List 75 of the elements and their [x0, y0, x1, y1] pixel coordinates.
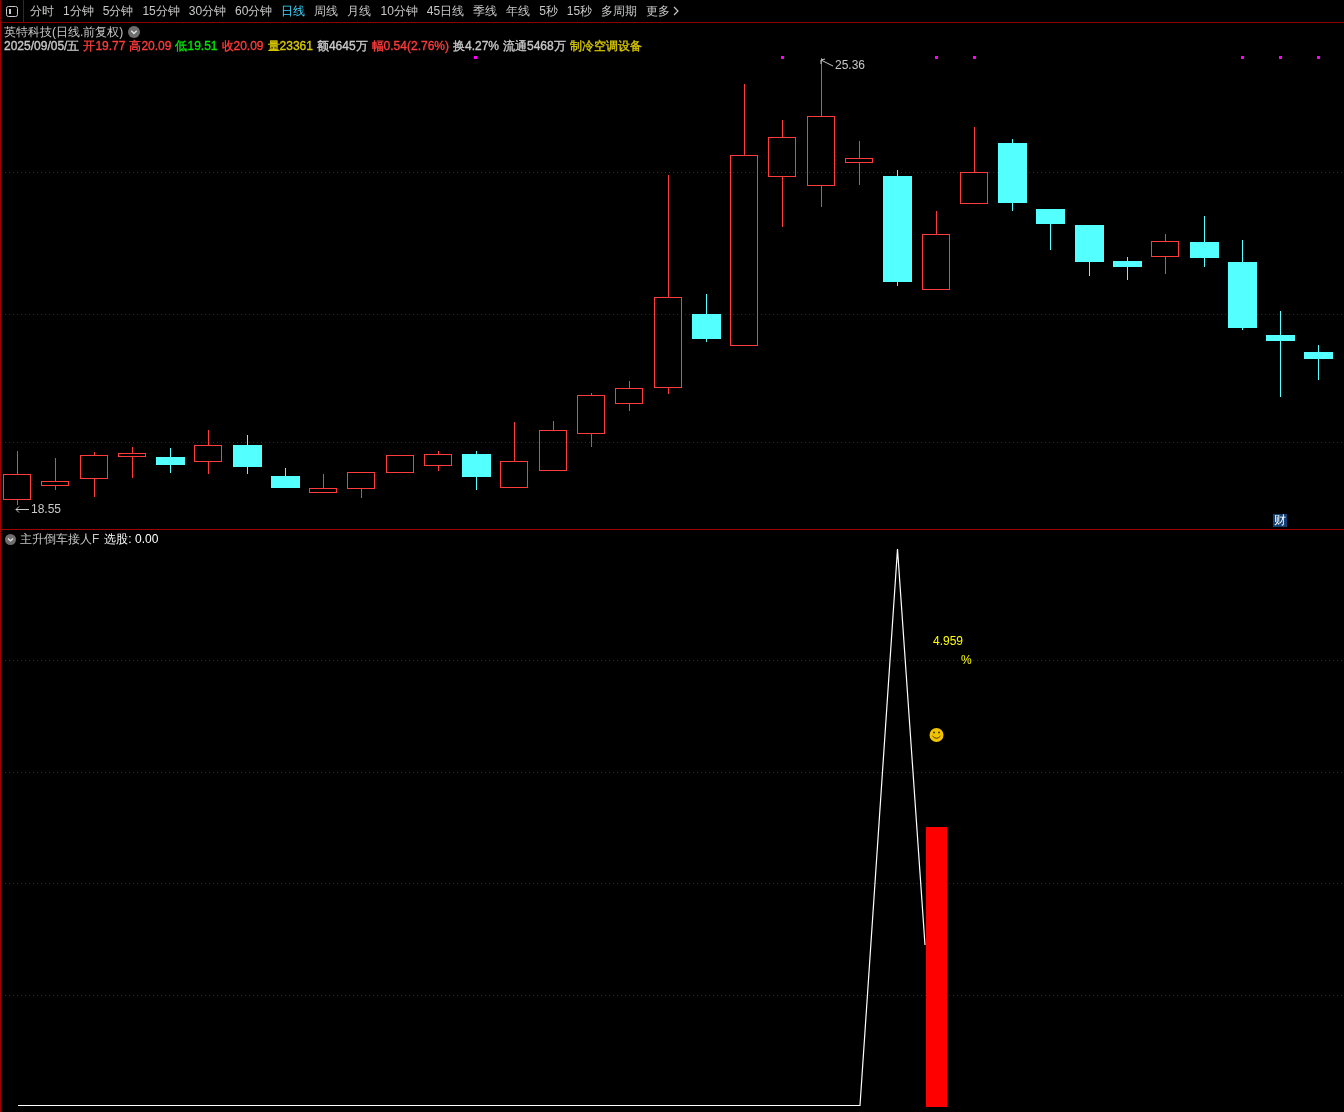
- candle: [386, 455, 414, 473]
- quote-field: 量23361: [267, 39, 313, 53]
- period-tab[interactable]: 30分钟: [185, 1, 230, 21]
- indicator-title: 主升倒车接人F: [20, 532, 100, 546]
- candle: [194, 429, 222, 475]
- period-tab[interactable]: 15分钟: [139, 1, 183, 21]
- quote-field: 高20.09: [129, 39, 172, 53]
- candle: [577, 392, 605, 448]
- candle: [1036, 208, 1065, 251]
- period-tab[interactable]: 5秒: [536, 1, 561, 21]
- leader-arrow: [15, 506, 30, 513]
- quote-field: 幅0.54(2.76%): [371, 39, 449, 53]
- candle: [233, 434, 262, 475]
- candle: [3, 450, 31, 506]
- indicator-readout: 选股: 0.00: [104, 532, 159, 546]
- unit-label: %: [961, 653, 972, 667]
- period-tab[interactable]: 多周期: [598, 1, 641, 21]
- leader-arrow: [820, 58, 834, 67]
- quote-field: 2025/09/05/五: [4, 39, 80, 53]
- quote-field: 低19.51: [175, 39, 218, 53]
- candle: [41, 457, 69, 491]
- candle: [500, 421, 528, 488]
- finance-badge[interactable]: 财: [1273, 514, 1287, 527]
- candle: [271, 467, 300, 489]
- quote-field: 收20.09: [221, 39, 264, 53]
- period-tab[interactable]: 日线: [278, 1, 309, 21]
- square-marker-icon: [474, 56, 477, 59]
- candle: [80, 451, 108, 498]
- chevron-down-icon[interactable]: [128, 26, 141, 38]
- candle: [1075, 224, 1104, 277]
- quote-field: 流通5468万: [503, 39, 566, 53]
- square-marker-icon: [1241, 56, 1244, 59]
- period-tab[interactable]: 分时: [27, 1, 57, 21]
- period-tab[interactable]: 45日线: [423, 1, 468, 21]
- square-marker-icon: [1317, 56, 1320, 59]
- candle: [424, 450, 452, 472]
- period-tab[interactable]: 季线: [470, 1, 501, 21]
- more-menu-button[interactable]: 更多: [643, 1, 683, 21]
- period-tab[interactable]: 周线: [311, 1, 342, 21]
- panel-icon[interactable]: [6, 5, 18, 17]
- period-tab[interactable]: 5分钟: [99, 1, 137, 21]
- candle: [1304, 344, 1333, 381]
- candle: [539, 420, 567, 471]
- candle: [309, 473, 337, 493]
- quote-field: 额4645万: [316, 39, 368, 53]
- period-tab[interactable]: 年线: [503, 1, 534, 21]
- price-label: 18.55: [31, 502, 62, 516]
- square-marker-icon: [935, 56, 938, 59]
- quote-field: 换4.27%: [453, 39, 499, 53]
- period-tab[interactable]: 15秒: [563, 1, 596, 21]
- period-tab[interactable]: 60分钟: [232, 1, 276, 21]
- square-marker-icon: [781, 56, 784, 59]
- quote-field: 开19.77: [83, 39, 126, 53]
- period-tab[interactable]: 1分钟: [60, 1, 97, 21]
- square-marker-icon: [1279, 56, 1282, 59]
- chevron-down-icon[interactable]: [5, 533, 16, 545]
- candle: [692, 293, 721, 343]
- value-label: 4.959: [933, 634, 964, 648]
- candle: [347, 472, 375, 499]
- quote-field: 制冷空调设备: [569, 39, 642, 53]
- candle: [615, 380, 643, 412]
- chevron-right-icon: [673, 6, 680, 16]
- candle: [462, 450, 491, 491]
- candle: [1151, 233, 1179, 275]
- period-tab[interactable]: 月线: [344, 1, 375, 21]
- candle: [1113, 256, 1142, 281]
- stock-title: 英特科技(日线.前复权): [4, 25, 124, 39]
- candle: [118, 446, 146, 479]
- candle: [845, 140, 873, 186]
- period-tab[interactable]: 10分钟: [377, 1, 421, 21]
- candle: [156, 447, 185, 474]
- square-marker-icon: [973, 56, 976, 59]
- smiley-icon: [929, 728, 944, 742]
- candle: [1190, 215, 1219, 268]
- price-label: 25.36: [835, 58, 866, 72]
